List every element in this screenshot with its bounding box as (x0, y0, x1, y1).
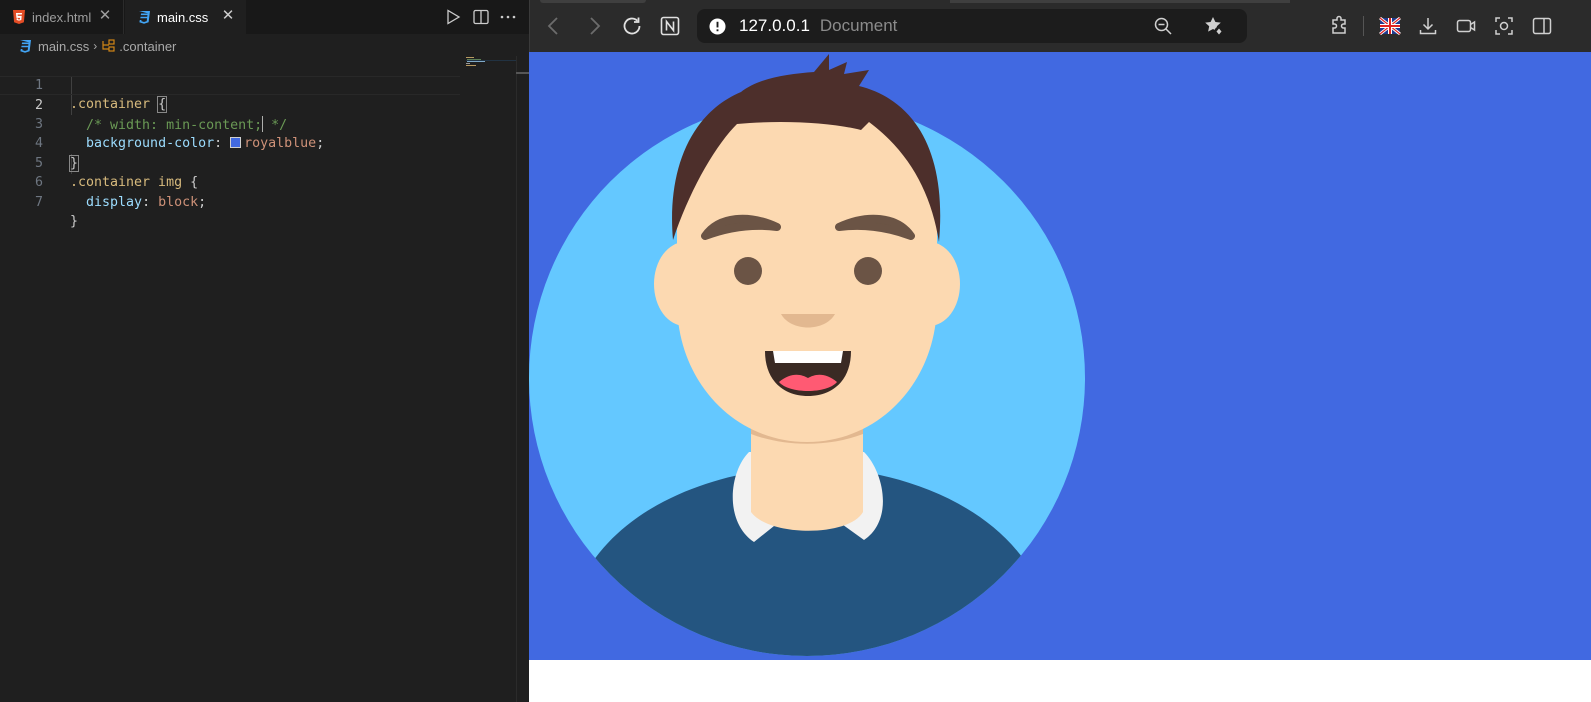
tab-label: main.css (157, 9, 209, 25)
tab-main-css[interactable]: main.css ✕ (125, 0, 246, 34)
address-bar[interactable]: 127.0.0.1 Document (697, 9, 1247, 43)
browser-toolbar: 127.0.0.1 Document (529, 0, 1591, 52)
screenshot-icon[interactable] (1493, 15, 1515, 37)
semicolon: ; (198, 194, 207, 210)
container-div (529, 52, 1591, 660)
avatar-image (529, 54, 1085, 656)
css3-icon (139, 11, 150, 24)
css-property: display (86, 194, 143, 210)
code-line-6[interactable]: 6 display: block; (0, 154, 460, 210)
back-icon[interactable] (542, 14, 566, 38)
translate-flag-icon[interactable] (1379, 15, 1401, 37)
split-editor-icon[interactable] (471, 7, 491, 27)
editor-tab-bar: index.html ✕ main.css ✕ (0, 0, 529, 34)
download-icon[interactable] (1417, 15, 1439, 37)
breadcrumb-symbol[interactable]: .container (119, 39, 176, 54)
toolbar-divider (1363, 16, 1364, 36)
code-area[interactable]: 1 .container { 2 /* width: min-content; … (0, 56, 529, 702)
page-viewport[interactable] (529, 52, 1591, 702)
minimap[interactable] (466, 56, 516, 68)
video-capture-icon[interactable] (1455, 15, 1477, 37)
run-icon[interactable] (443, 7, 463, 27)
css3-icon (20, 40, 31, 53)
line-number: 7 (34, 194, 43, 210)
code-line-2[interactable]: 2 /* width: min-content; */ (0, 75, 460, 133)
url-host: 127.0.0.1 (739, 16, 810, 35)
breadcrumb: main.css › .container (0, 36, 529, 56)
scrollbar-cursor-marker (516, 72, 529, 74)
tab-index-html[interactable]: index.html ✕ (0, 0, 124, 34)
css-selector-icon (102, 39, 115, 52)
colon: : (142, 194, 151, 210)
tab-label: index.html (32, 9, 92, 25)
browser-window: 127.0.0.1 Document (529, 0, 1591, 702)
code-line-7[interactable]: 7 } (0, 173, 460, 230)
browser-tab-edge (950, 0, 1290, 3)
close-icon[interactable]: ✕ (97, 8, 113, 24)
site-info-icon[interactable] (709, 17, 726, 35)
page-title: Document (819, 16, 898, 35)
code-line-4[interactable]: 4 } (0, 115, 460, 172)
favorites-icon[interactable] (1203, 15, 1225, 37)
sidebar-toggle-icon[interactable] (1531, 15, 1553, 37)
chevron-right-icon: › (93, 39, 98, 53)
notion-extension-icon[interactable] (658, 14, 682, 38)
code-line-1[interactable]: 1 .container { (0, 56, 460, 113)
close-icon[interactable]: ✕ (220, 8, 236, 24)
code-line-3[interactable]: 3 background-color: royalblue; (0, 95, 460, 152)
forward-icon[interactable] (582, 14, 606, 38)
browser-tab-edge (540, 0, 646, 3)
zoom-out-icon[interactable] (1153, 16, 1173, 36)
breadcrumb-file[interactable]: main.css (38, 39, 89, 54)
scrollbar[interactable] (516, 56, 517, 702)
extensions-icon[interactable] (1329, 15, 1351, 37)
css-value: block (158, 194, 199, 210)
html5-icon (13, 10, 25, 24)
close-brace: } (70, 214, 79, 229)
code-line-5[interactable]: 5 .container img { (0, 134, 460, 191)
code-editor: index.html ✕ main.css ✕ main.css › .cont… (0, 0, 529, 702)
reload-icon[interactable] (620, 14, 644, 38)
more-actions-icon[interactable] (498, 7, 518, 27)
